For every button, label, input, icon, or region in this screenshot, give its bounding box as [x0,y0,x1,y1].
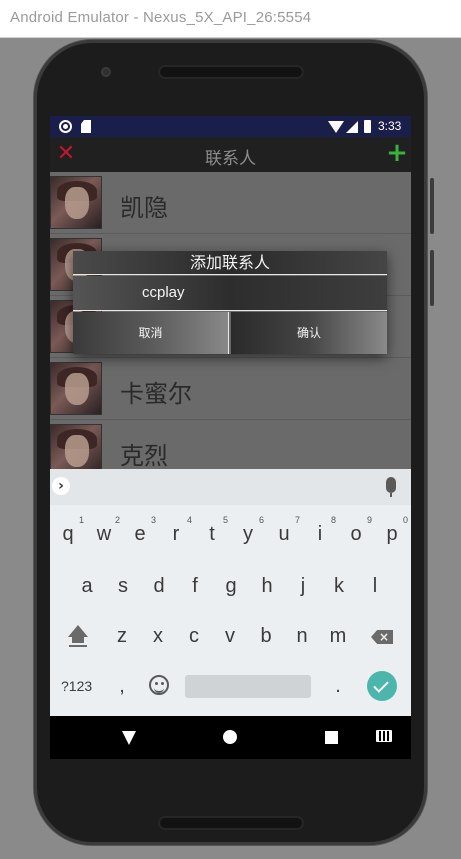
suggestion-strip: › [50,469,411,505]
list-item[interactable]: 卡蜜尔 [50,358,411,420]
avatar [50,176,102,229]
key-m[interactable]: m [320,611,356,661]
keyboard-row-2: a s d f g h j k l [50,561,411,611]
soft-keyboard: › 1q 2w 3e 4r 5t 6y 7u 8i 9o 0p a s d f … [50,469,411,716]
keyboard-switch-icon[interactable] [376,730,392,742]
sd-card-icon [81,120,91,133]
key-y[interactable]: 6y [230,509,266,559]
signal-icon [346,121,358,133]
key-j[interactable]: j [285,561,321,611]
battery-icon [364,120,371,133]
key-a[interactable]: a [69,561,105,611]
confirm-button[interactable]: 确认 [231,312,387,354]
backspace-icon[interactable]: × [371,630,393,644]
dialog-title: 添加联系人 [73,251,387,275]
add-contact-dialog: 添加联系人 ccplay 取消 确认 [73,251,387,354]
status-time: 3:33 [378,119,402,133]
key-x[interactable]: x [140,611,176,661]
contact-name: 凯隐 [120,194,168,222]
key-k[interactable]: k [321,561,357,611]
emoji-icon[interactable] [149,675,169,695]
key-b[interactable]: b [248,611,284,661]
app-bar: ✕ 联系人 + [50,137,411,172]
key-g[interactable]: g [213,561,249,611]
top-speaker [158,65,304,79]
power-button[interactable] [430,178,434,234]
input-value: ccplay [142,284,185,301]
wifi-icon [328,121,344,133]
key-t[interactable]: 5t [194,509,230,559]
key-p[interactable]: 0p [374,509,410,559]
nav-bar [50,716,411,759]
keyboard-row-4: ?123 , . [50,661,411,711]
key-h[interactable]: h [249,561,285,611]
front-camera [101,67,111,77]
key-o[interactable]: 9o [338,509,374,559]
key-v[interactable]: v [212,611,248,661]
key-e[interactable]: 3e [122,509,158,559]
page-title: 联系人 [205,149,256,169]
shift-icon[interactable] [67,625,89,647]
key-d[interactable]: d [141,561,177,611]
key-n[interactable]: n [284,611,320,661]
key-u[interactable]: 7u [266,509,302,559]
key-period[interactable]: . [320,661,356,711]
cancel-button[interactable]: 取消 [73,312,229,354]
key-w[interactable]: 2w [86,509,122,559]
key-comma[interactable]: , [104,661,140,711]
key-q[interactable]: 1q [50,509,86,559]
mic-icon[interactable] [386,477,396,497]
contact-name-input[interactable]: ccplay [73,276,387,311]
contact-name: 卡蜜尔 [120,380,192,408]
window-title: Android Emulator - Nexus_5X_API_26:5554 [10,9,312,26]
status-bar: 3:33 [50,116,411,137]
key-c[interactable]: c [176,611,212,661]
emulator-titlebar: Android Emulator - Nexus_5X_API_26:5554 [0,0,461,38]
keyboard-row-1: 1q 2w 3e 4r 5t 6y 7u 8i 9o 0p [50,509,411,559]
key-s[interactable]: s [105,561,141,611]
avatar [50,362,102,415]
key-i[interactable]: 8i [302,509,338,559]
chevron-right-icon[interactable]: › [52,477,70,495]
volume-button[interactable] [430,250,434,306]
enter-check-icon[interactable] [367,671,397,701]
key-l[interactable]: l [357,561,393,611]
notification-icon [59,120,72,133]
list-item[interactable]: 凯隐 [50,172,411,234]
space-key[interactable] [185,675,311,698]
back-icon[interactable] [122,731,136,745]
contact-name: 克烈 [120,442,168,470]
key-r[interactable]: 4r [158,509,194,559]
symbols-key[interactable]: ?123 [61,661,92,711]
key-f[interactable]: f [177,561,213,611]
recents-icon[interactable] [325,731,338,744]
key-z[interactable]: z [104,611,140,661]
keyboard-row-3: z x c v b n m × [50,611,411,661]
add-icon[interactable]: + [386,139,408,167]
bottom-speaker [158,816,304,830]
device-screen: 3:33 ✕ 联系人 + 凯隐 卡蜜尔 克烈 添加联系人 ccplay 取消 确… [50,116,411,759]
home-icon[interactable] [223,730,237,744]
